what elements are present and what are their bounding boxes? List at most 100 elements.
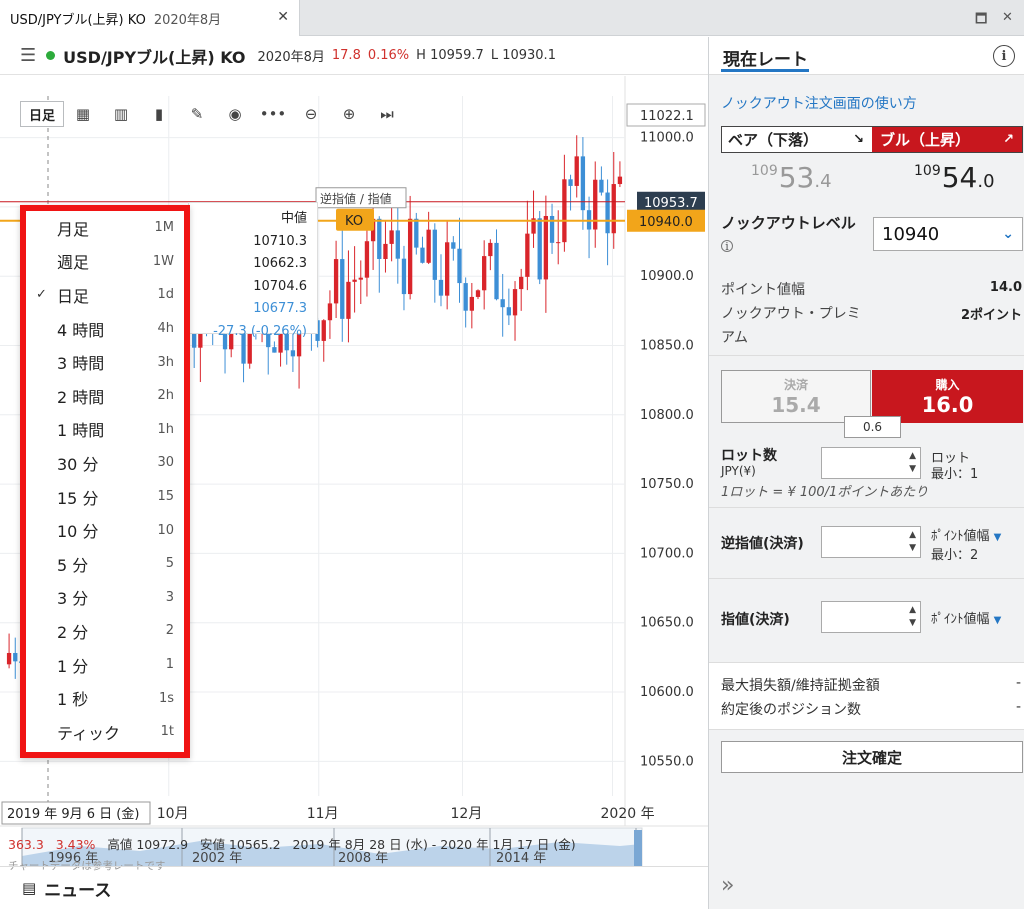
help-link[interactable]: ノックアウト注文画面の使い方 <box>721 93 917 113</box>
ko-level-select[interactable]: 10940 ⌄ <box>873 217 1023 251</box>
candle-body <box>389 230 394 244</box>
stats-low: 安値 10565.2 <box>199 837 281 852</box>
max-loss-value: - <box>1015 675 1021 691</box>
candle-body <box>599 179 604 193</box>
interval-menu-item[interactable]: 1 時間 1h <box>26 413 184 447</box>
limit-stepper[interactable]: ▲ ▼ <box>821 601 921 633</box>
interval-menu-item[interactable]: 5 分 5 <box>26 547 184 581</box>
bull-button[interactable]: ブル（上昇） ↗ <box>872 127 1022 152</box>
candle-body <box>562 179 567 243</box>
stats-range: 2019 年 8月 28 日 (水) - 2020 年 1月 17 日 (金) <box>292 837 576 852</box>
instrument-change: 17.8 <box>331 48 361 63</box>
candle-body <box>352 279 357 282</box>
candle-body <box>272 347 277 353</box>
candle-body <box>457 248 462 284</box>
side-toggle: ベア（下落） ↘ ブル（上昇） ↗ <box>721 126 1023 153</box>
lot-stepper[interactable]: ▲ ▼ <box>821 447 921 479</box>
y-tick-label: 10850.0 <box>640 339 694 354</box>
interval-menu-item[interactable]: 1 秒 1s <box>26 681 184 715</box>
chevron-down-icon: ⌄ <box>1002 226 1014 242</box>
tab-current-rate[interactable]: 現在レート <box>723 45 808 70</box>
chevron-down-icon: ▼ <box>993 615 1002 626</box>
instrument-tab[interactable]: USD/JPYブル(上昇) KO 2020年8月 ✕ <box>0 0 300 36</box>
limit-unit-select[interactable]: ﾎﾟｲﾝﾄ値幅 ▼ <box>931 608 1001 627</box>
confirm-order-button[interactable]: 注文確定 <box>721 741 1023 773</box>
interval-menu-shortcut: 1M <box>154 220 175 236</box>
draw-pencil-icon[interactable]: ✎ <box>178 101 216 127</box>
bull-label: ブル（上昇） <box>880 131 971 149</box>
interval-menu-item[interactable]: ティック 1t <box>26 715 184 749</box>
candle-body <box>617 176 623 185</box>
stop-unit-select[interactable]: ﾎﾟｲﾝﾄ値幅 ▼ <box>931 525 1001 544</box>
hamburger-menu-icon[interactable]: ☰ <box>20 45 36 66</box>
interval-menu-item[interactable]: 1 分 1 <box>26 648 184 682</box>
interval-menu-item[interactable]: 2 分 2 <box>26 614 184 648</box>
interval-menu-item[interactable]: 月足 1M <box>26 211 184 245</box>
divider <box>709 507 1024 508</box>
collapse-panel-icon[interactable]: » <box>721 873 734 898</box>
point-width-label: ポイント値幅 <box>721 282 805 298</box>
interval-menu-shortcut: 5 <box>165 556 174 572</box>
lot-label: ロット数 <box>721 448 777 464</box>
interval-menu-item[interactable]: 10 分 10 <box>26 513 184 547</box>
candle-body <box>525 233 530 277</box>
zoom-in-icon[interactable]: ⊕ <box>330 101 368 127</box>
candle-body <box>333 259 339 304</box>
interval-menu-item[interactable]: ✓ 日足 1d <box>26 278 184 312</box>
down-arrow-icon: ↘ <box>853 132 864 147</box>
candle-body <box>346 281 351 319</box>
y-tick-label: 10600.0 <box>640 685 694 700</box>
maximize-icon[interactable]: 🗖 <box>975 10 987 32</box>
interval-menu-label: 週足 <box>57 253 90 273</box>
interval-menu-shortcut: 15 <box>157 489 174 505</box>
stepper-up-icon[interactable]: ▲ <box>909 451 916 461</box>
interval-menu-item[interactable]: 3 時間 3h <box>26 345 184 379</box>
interval-menu-item[interactable]: 3 分 3 <box>26 581 184 615</box>
bear-label: ベア（下落） <box>728 131 819 149</box>
interval-button[interactable]: 日足 <box>20 101 64 127</box>
chart-area[interactable]: 11000.010950.010900.010850.010800.010750… <box>0 76 708 872</box>
stepper-down-icon[interactable]: ▼ <box>909 464 916 474</box>
ohlc-change: -27.3 (-0.26%) <box>213 323 307 339</box>
max-loss-label: 最大損失額/維持証拠金額 <box>721 678 880 694</box>
ko-info-icon[interactable]: i <box>721 240 733 253</box>
more-icon[interactable]: ••• <box>254 101 292 127</box>
spread-badge: 0.6 <box>844 416 901 438</box>
stepper-up-icon[interactable]: ▲ <box>909 530 916 540</box>
stop-stepper[interactable]: ▲ ▼ <box>821 526 921 558</box>
interval-menu-item[interactable]: 週足 1W <box>26 245 184 279</box>
news-bar[interactable]: ▤ ニュース <box>0 866 708 909</box>
stop-label: 逆指値(決済) <box>721 536 804 552</box>
stepper-down-icon[interactable]: ▼ <box>909 543 916 553</box>
tab-subtitle: 2020年8月 <box>153 12 222 28</box>
candle-body <box>432 229 437 280</box>
candle-body <box>451 242 456 249</box>
interval-menu-item[interactable]: 2 時間 2h <box>26 379 184 413</box>
candle-body <box>377 218 382 259</box>
stats-high: 高値 10972.9 <box>107 837 189 852</box>
zoom-out-icon[interactable]: ⊖ <box>292 101 330 127</box>
tab-close-icon[interactable]: ✕ <box>277 9 289 25</box>
lot-currency: JPY(¥) <box>721 464 756 478</box>
interval-menu-label: 10 分 <box>57 522 99 542</box>
indicators-icon[interactable]: ▮ <box>140 101 178 127</box>
x-tick-label: 12月 <box>451 806 483 822</box>
candle-body <box>383 243 388 259</box>
interval-menu-item[interactable]: 15 分 15 <box>26 480 184 514</box>
candle-body <box>364 241 370 278</box>
stepper-up-icon[interactable]: ▲ <box>909 605 916 615</box>
jump-to-latest-icon[interactable]: ⏭ <box>368 101 406 127</box>
window-close-icon[interactable]: ✕ <box>1002 10 1013 25</box>
y-tick-label: 10550.0 <box>640 754 694 769</box>
interval-menu-item[interactable]: 4 時間 4h <box>26 312 184 346</box>
y-tick-label: 10650.0 <box>640 616 694 631</box>
y-tick-label: 10900.0 <box>640 269 694 284</box>
chart-type-icon[interactable]: ▥ <box>102 101 140 127</box>
eye-icon[interactable]: ◉ <box>216 101 254 127</box>
calendar-icon[interactable]: ▦ <box>64 101 102 127</box>
stepper-down-icon[interactable]: ▼ <box>909 618 916 628</box>
interval-menu-item[interactable]: 30 分 30 <box>26 446 184 480</box>
info-icon[interactable]: i <box>993 45 1015 67</box>
interval-menu-label: ティック <box>57 723 121 743</box>
bear-button[interactable]: ベア（下落） ↘ <box>722 127 872 152</box>
